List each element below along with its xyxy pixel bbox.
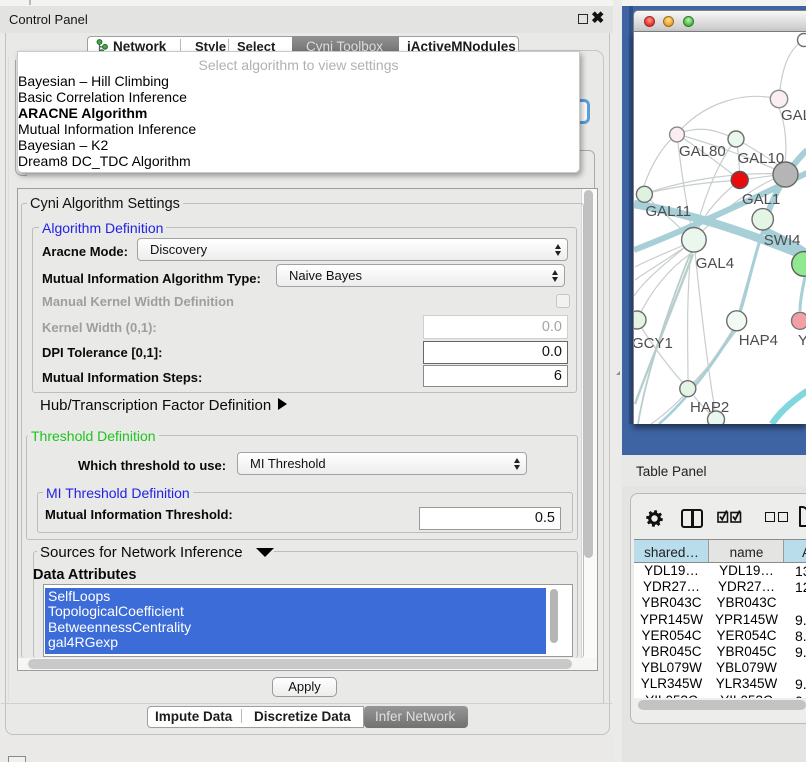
svg-text:GAL10: GAL10 — [738, 150, 785, 167]
svg-text:HAP2: HAP2 — [690, 399, 729, 416]
svg-text:GAL4: GAL4 — [696, 255, 734, 272]
svg-text:HAP4: HAP4 — [739, 332, 778, 349]
svg-text:GCY1: GCY1 — [634, 335, 673, 352]
svg-text:GAL7: GAL7 — [781, 107, 806, 124]
svg-text:GAL1: GAL1 — [742, 191, 780, 208]
svg-text:GAL11: GAL11 — [646, 203, 692, 220]
svg-text:GAL80: GAL80 — [679, 143, 726, 160]
svg-text:YE: YE — [798, 332, 806, 349]
svg-text:SWI4: SWI4 — [764, 232, 801, 249]
